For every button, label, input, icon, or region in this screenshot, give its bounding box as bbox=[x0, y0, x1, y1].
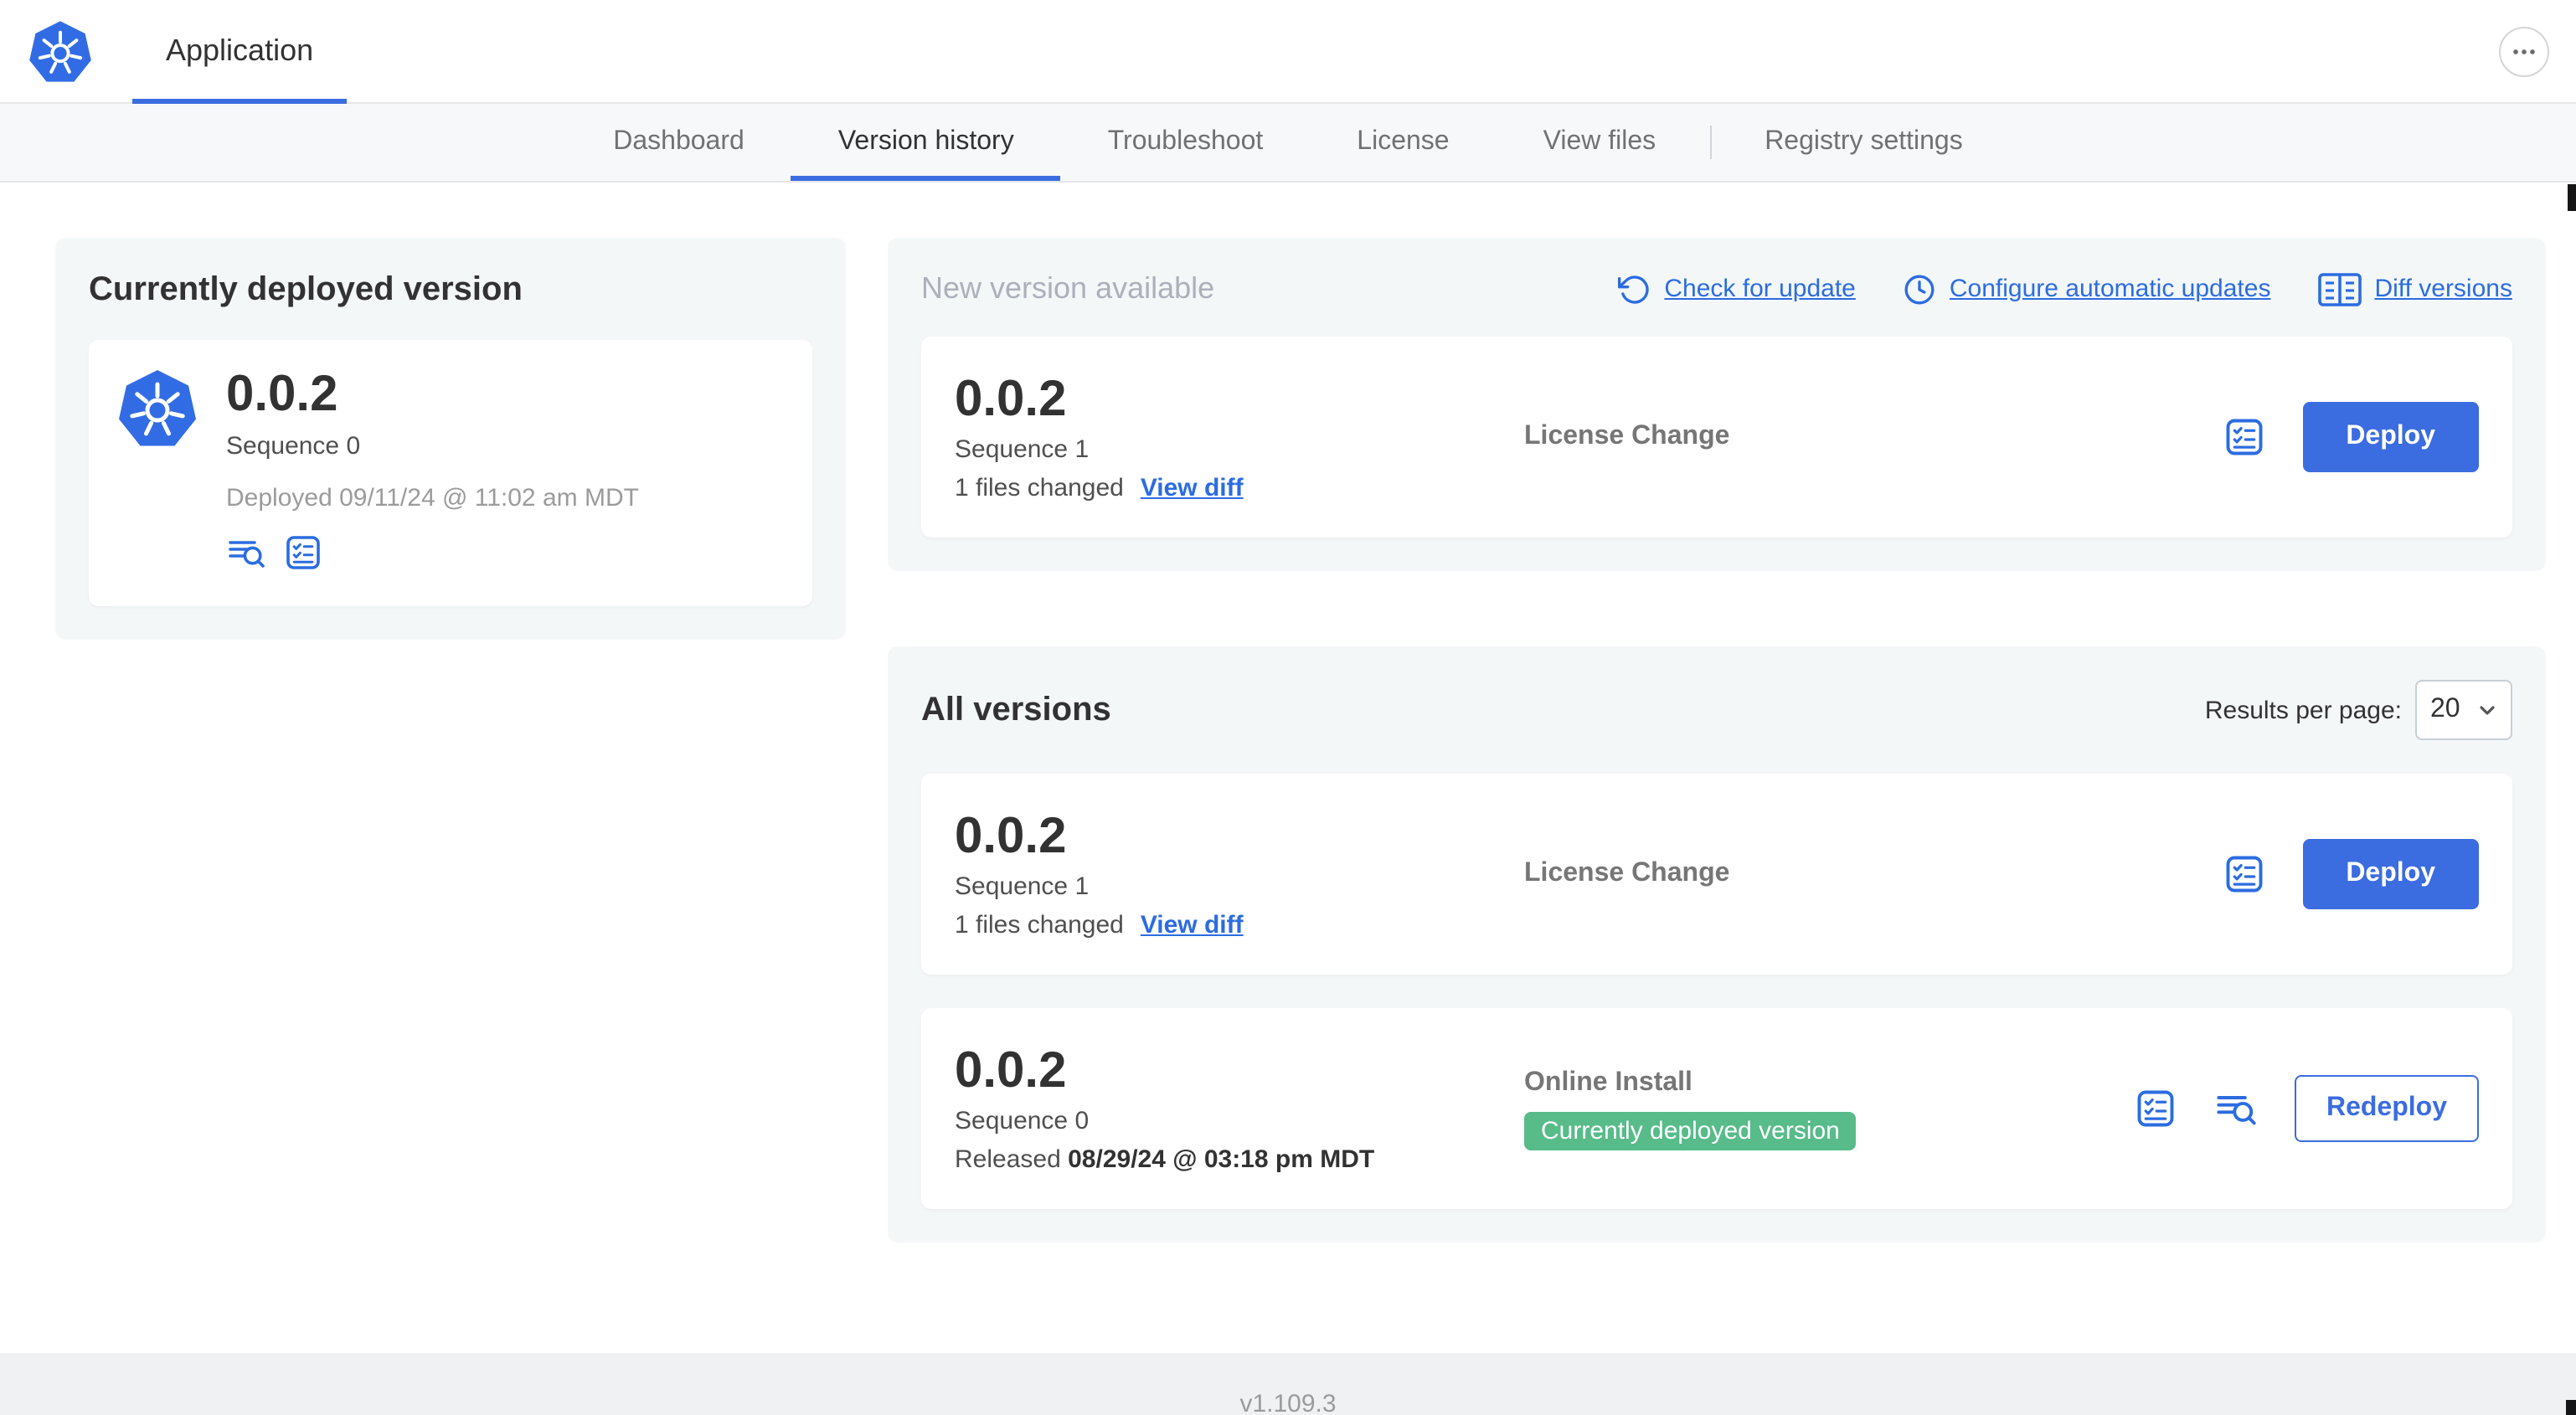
diff-versions-link[interactable]: Diff versions bbox=[2317, 272, 2512, 306]
check-for-update-label: Check for update bbox=[1664, 275, 1856, 303]
deploy-button[interactable]: Deploy bbox=[2302, 839, 2479, 909]
results-per-page: Results per page: 20 bbox=[2205, 680, 2512, 740]
currently-deployed-panel: Currently deployed version 0.0.2 Sequenc… bbox=[55, 238, 846, 639]
active-tab-underline bbox=[132, 99, 348, 104]
release-notes-button[interactable] bbox=[2222, 415, 2265, 459]
chevron-down-icon bbox=[2477, 700, 2497, 720]
deploy-button[interactable]: Deploy bbox=[2302, 402, 2479, 472]
refresh-icon bbox=[1617, 272, 1651, 306]
currently-deployed-badge: Currently deployed version bbox=[1524, 1111, 1857, 1150]
results-per-page-label: Results per page: bbox=[2204, 696, 2402, 724]
log-magnifier-icon bbox=[226, 532, 266, 572]
version-source: License Change bbox=[1524, 422, 1730, 450]
version-row: 0.0.2 Sequence 0 Released 08/29/24 @ 03:… bbox=[921, 1008, 2512, 1209]
nav-tab-dashboard[interactable]: Dashboard bbox=[566, 104, 791, 181]
more-menu-button[interactable] bbox=[2499, 26, 2549, 76]
version-number: 0.0.2 bbox=[955, 808, 1067, 864]
nav-tab-label: Troubleshoot bbox=[1107, 127, 1264, 156]
clock-icon bbox=[1903, 272, 1936, 306]
results-per-page-value: 20 bbox=[2430, 695, 2460, 723]
nav-tab-label: Registry settings bbox=[1765, 127, 1963, 156]
kubernetes-logo-icon bbox=[27, 18, 94, 85]
version-number: 0.0.2 bbox=[955, 1042, 1067, 1099]
version-history-column: New version available Check for update C… bbox=[888, 238, 2546, 1243]
current-version-card: 0.0.2 Sequence 0 Deployed 09/11/24 @ 11:… bbox=[89, 340, 812, 605]
footer: v1.109.3 bbox=[0, 1353, 2576, 1415]
nav-tab-label: Dashboard bbox=[613, 127, 744, 156]
all-versions-title: All versions bbox=[921, 691, 1111, 728]
application-tab-label: Application bbox=[166, 33, 314, 67]
all-versions-panel: All versions Results per page: 20 0.0.2 bbox=[888, 646, 2546, 1243]
view-deploy-logs-button[interactable] bbox=[226, 532, 266, 572]
version-sequence: Sequence 1 bbox=[955, 872, 1090, 902]
view-diff-link[interactable]: View diff bbox=[1141, 912, 1244, 940]
redeploy-button[interactable]: Redeploy bbox=[2294, 1075, 2479, 1142]
checklist-icon bbox=[2222, 415, 2265, 459]
section-nav: Dashboard Version history Troubleshoot L… bbox=[0, 104, 2576, 183]
diff-versions-label: Diff versions bbox=[2374, 275, 2512, 303]
kubernetes-logo-icon bbox=[116, 367, 199, 450]
ellipsis-icon bbox=[2507, 34, 2541, 68]
top-bar: Application bbox=[0, 0, 2576, 104]
files-changed: 1 files changed bbox=[955, 474, 1124, 503]
current-version-actions bbox=[226, 532, 786, 572]
main-content: Currently deployed version 0.0.2 Sequenc… bbox=[0, 183, 2576, 1353]
new-version-title: New version available bbox=[921, 271, 1215, 305]
nav-divider bbox=[1709, 126, 1712, 159]
screen-edge-artifact bbox=[2566, 1400, 2576, 1415]
release-notes-button[interactable] bbox=[283, 532, 323, 572]
release-notes-button[interactable] bbox=[2222, 852, 2265, 896]
version-sequence: Sequence 0 bbox=[955, 1107, 1090, 1136]
version-number: 0.0.2 bbox=[955, 371, 1067, 427]
check-for-update-link[interactable]: Check for update bbox=[1617, 272, 1856, 306]
version-sequence: Sequence 1 bbox=[955, 435, 1090, 465]
nav-tab-version-history[interactable]: Version history bbox=[791, 104, 1061, 181]
results-per-page-select[interactable]: 20 bbox=[2415, 680, 2512, 740]
files-changed: 1 files changed bbox=[955, 911, 1124, 940]
log-magnifier-icon bbox=[2214, 1087, 2258, 1130]
tab-application[interactable]: Application bbox=[132, 0, 348, 104]
deployed-timestamp: Deployed 09/11/24 @ 11:02 am MDT bbox=[226, 483, 639, 512]
new-version-panel: New version available Check for update C… bbox=[888, 238, 2546, 571]
release-notes-button[interactable] bbox=[2134, 1087, 2177, 1130]
current-version-number: 0.0.2 bbox=[226, 367, 338, 422]
nav-tab-label: License bbox=[1357, 127, 1450, 156]
update-actions: Check for update Configure automatic upd… bbox=[1617, 272, 2512, 306]
admin-console: Application Dashboard Version history Tr… bbox=[0, 0, 2576, 1415]
view-deploy-logs-button[interactable] bbox=[2214, 1087, 2258, 1130]
checklist-icon bbox=[2222, 852, 2265, 896]
nav-tab-label: View files bbox=[1543, 127, 1656, 156]
configure-automatic-updates-link[interactable]: Configure automatic updates bbox=[1903, 272, 2271, 306]
configure-automatic-updates-label: Configure automatic updates bbox=[1949, 275, 2271, 303]
version-row: 0.0.2 Sequence 1 1 files changed View di… bbox=[921, 774, 2512, 975]
checklist-icon bbox=[2134, 1087, 2177, 1130]
currently-deployed-title: Currently deployed version bbox=[89, 271, 523, 308]
nav-tab-view-files[interactable]: View files bbox=[1497, 104, 1703, 181]
screen-edge-artifact bbox=[2568, 184, 2576, 211]
checklist-icon bbox=[283, 532, 323, 572]
current-version-sequence: Sequence 0 bbox=[226, 431, 361, 460]
nav-tab-troubleshoot[interactable]: Troubleshoot bbox=[1061, 104, 1311, 181]
version-source: Online Install bbox=[1524, 1068, 1692, 1096]
version-source: License Change bbox=[1524, 859, 1730, 888]
nav-tab-registry-settings[interactable]: Registry settings bbox=[1718, 104, 2010, 181]
new-version-row: 0.0.2 Sequence 1 1 files changed View di… bbox=[921, 337, 2512, 538]
nav-tab-label: Version history bbox=[837, 127, 1014, 156]
released-timestamp: Released 08/29/24 @ 03:18 pm MDT bbox=[955, 1145, 1375, 1175]
version-list: 0.0.2 Sequence 1 1 files changed View di… bbox=[921, 774, 2512, 1209]
nav-tab-license[interactable]: License bbox=[1310, 104, 1496, 181]
view-diff-link[interactable]: View diff bbox=[1141, 475, 1244, 503]
console-version: v1.109.3 bbox=[1239, 1389, 1337, 1415]
diff-table-icon bbox=[2317, 272, 2361, 306]
